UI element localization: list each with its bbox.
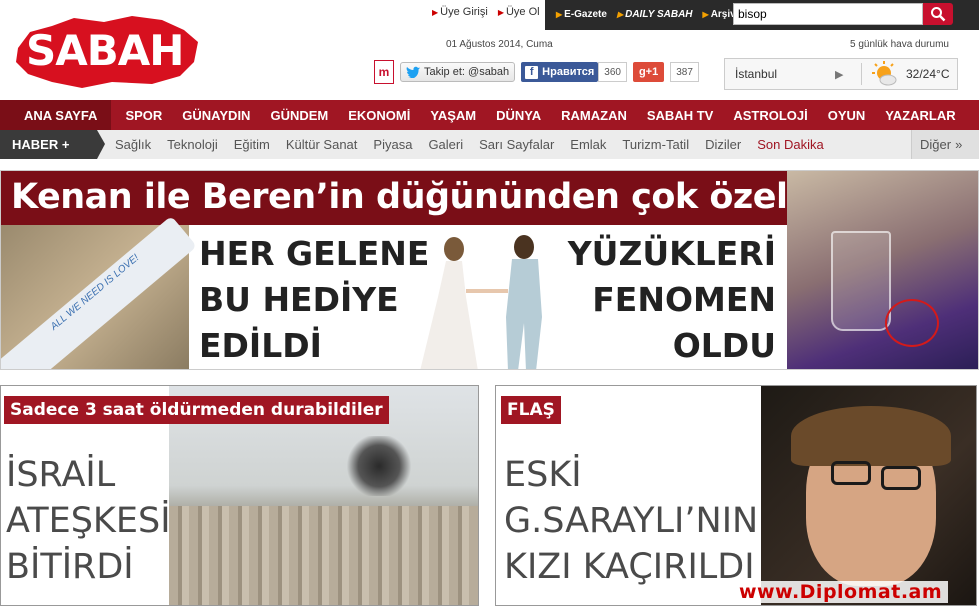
sub-nav-kultur-sanat[interactable]: Kültür Sanat <box>278 137 366 152</box>
ring-highlight-circle <box>885 299 939 347</box>
sub-nav-galeri[interactable]: Galeri <box>420 137 471 152</box>
archive-link[interactable]: ▶ Arşiv <box>703 9 736 20</box>
logo-text: SABAH <box>26 26 184 75</box>
nav-item-yazarlar[interactable]: YAZARLAR <box>875 100 965 130</box>
story-headline[interactable]: İSRAİL ATEŞKESİ BİTİRDİ <box>6 452 171 590</box>
watermark: www.Diplomat.am <box>733 581 949 603</box>
sub-nav-teknoloji[interactable]: Teknoloji <box>159 137 226 152</box>
haber-plus-button[interactable]: HABER + <box>0 130 97 159</box>
double-chevron-right-icon: » <box>955 137 963 152</box>
sub-nav-saglik[interactable]: Sağlık <box>107 137 159 152</box>
nav-item-astroloji[interactable]: ASTROLOJİ <box>723 100 817 130</box>
sub-nav: HABER + Sağlık Teknoloji Eğitim Kültür S… <box>0 130 979 159</box>
haber-arrow <box>97 130 105 159</box>
story-headline[interactable]: ESKİ G.SARAYLI’NIN KIZI KAÇIRILDI <box>504 452 758 590</box>
mobile-icon[interactable]: m <box>374 60 394 84</box>
more-menu-button[interactable]: Diğer » <box>911 130 979 159</box>
search-icon <box>931 7 946 22</box>
banner-right-text: YÜZÜKLERİ FENOMEN OLDU <box>567 234 776 365</box>
nav-item-oyun[interactable]: OYUN <box>818 100 876 130</box>
banner-title[interactable]: Kenan ile Beren’in düğününden çok özel k… <box>1 171 937 225</box>
gplus-button[interactable]: g+1 <box>632 62 665 82</box>
smoke-shape <box>344 436 414 496</box>
pen-text: ALL WE NEED IS LOVE! <box>48 252 142 333</box>
sub-nav-egitim[interactable]: Eğitim <box>226 137 278 152</box>
nav-item-gunaydin[interactable]: GÜNAYDIN <box>172 100 260 130</box>
glasses-left <box>831 461 871 485</box>
couple-photo <box>420 235 542 369</box>
weather-forecast-link[interactable]: 5 günlük hava durumu <box>850 39 949 50</box>
sub-nav-sari-sayfalar[interactable]: Sarı Sayfalar <box>471 137 562 152</box>
headline-banner[interactable]: Kenan ile Beren’in düğününden çok özel k… <box>0 170 979 370</box>
story-label[interactable]: Sadece 3 saat öldürmeden durabildiler <box>4 396 389 424</box>
story-card-israel[interactable]: Sadece 3 saat öldürmeden durabildiler İS… <box>0 385 479 606</box>
search-input[interactable] <box>733 3 923 25</box>
daily-sabah-link[interactable]: ▶ DAILY SABAH <box>617 9 693 20</box>
weather-widget[interactable]: İstanbul ▶ 32/24°C <box>724 58 958 90</box>
main-nav: ANA SAYFA SPOR GÜNAYDIN GÜNDEM EKONOMİ Y… <box>0 100 979 130</box>
flash-label[interactable]: FLAŞ <box>501 396 561 424</box>
egazete-link[interactable]: ▶ E-Gazete <box>556 9 607 20</box>
dark-links: ▶ E-Gazete ▶ DAILY SABAH ▶ Arşiv <box>556 9 736 20</box>
sub-nav-emlak[interactable]: Emlak <box>562 137 614 152</box>
sub-nav-son-dakika[interactable]: Son Dakika <box>749 137 831 152</box>
banner-left-text: HER GELENE BU HEDİYE EDİLDİ <box>199 234 430 365</box>
nav-item-ekonomi[interactable]: EKONOMİ <box>338 100 420 130</box>
nav-item-spor[interactable]: SPOR <box>111 100 172 130</box>
weather-temp: 32/24°C <box>906 67 950 81</box>
woman-photo <box>761 386 976 605</box>
sun-cloud-icon <box>872 61 897 86</box>
weather-city[interactable]: İstanbul <box>725 67 835 81</box>
play-icon[interactable]: ▶ <box>835 68 851 81</box>
current-date: 01 Ağustos 2014, Cuma <box>446 39 553 50</box>
nav-item-yasam[interactable]: YAŞAM <box>420 100 486 130</box>
nav-item-gundem[interactable]: GÜNDEM <box>260 100 338 130</box>
story-card-flas[interactable]: FLAŞ ESKİ G.SARAYLI’NIN KIZI KAÇIRILDI <box>495 385 977 606</box>
pen-photo: ALL WE NEED IS LOVE! <box>1 215 197 369</box>
divider <box>861 63 862 85</box>
city-shape <box>169 506 478 605</box>
register-link[interactable]: ▶ Üye Ol <box>498 6 540 18</box>
facebook-icon: f <box>525 65 539 79</box>
ring-photo <box>787 171 978 369</box>
twitter-follow-button[interactable]: Takip et: @sabah <box>400 62 516 82</box>
search-button[interactable] <box>923 3 953 25</box>
social-bar: m Takip et: @sabah f Нравится 360 g+1 38… <box>374 60 699 84</box>
facebook-like-button[interactable]: f Нравится <box>521 62 599 82</box>
nav-item-ana-sayfa[interactable]: ANA SAYFA <box>0 100 112 130</box>
sabah-logo[interactable]: SABAH <box>12 12 202 92</box>
gplus-count: 387 <box>670 62 699 82</box>
top-links: ▶ Üye Girişi ▶ Üye Ol <box>432 6 540 18</box>
hair-shape <box>791 406 951 466</box>
glass-shape <box>831 231 891 331</box>
sub-nav-piyasa[interactable]: Piyasa <box>365 137 420 152</box>
login-link[interactable]: ▶ Üye Girişi <box>432 6 488 18</box>
nav-item-dunya[interactable]: DÜNYA <box>486 100 551 130</box>
nav-item-ramazan[interactable]: RAMAZAN <box>551 100 637 130</box>
sub-nav-diziler[interactable]: Diziler <box>697 137 749 152</box>
nav-item-sabah-tv[interactable]: SABAH TV <box>637 100 723 130</box>
sub-nav-turizm-tatil[interactable]: Turizm-Tatil <box>614 137 697 152</box>
facebook-count: 360 <box>598 62 627 82</box>
twitter-icon <box>406 66 420 78</box>
glasses-right <box>881 466 921 490</box>
